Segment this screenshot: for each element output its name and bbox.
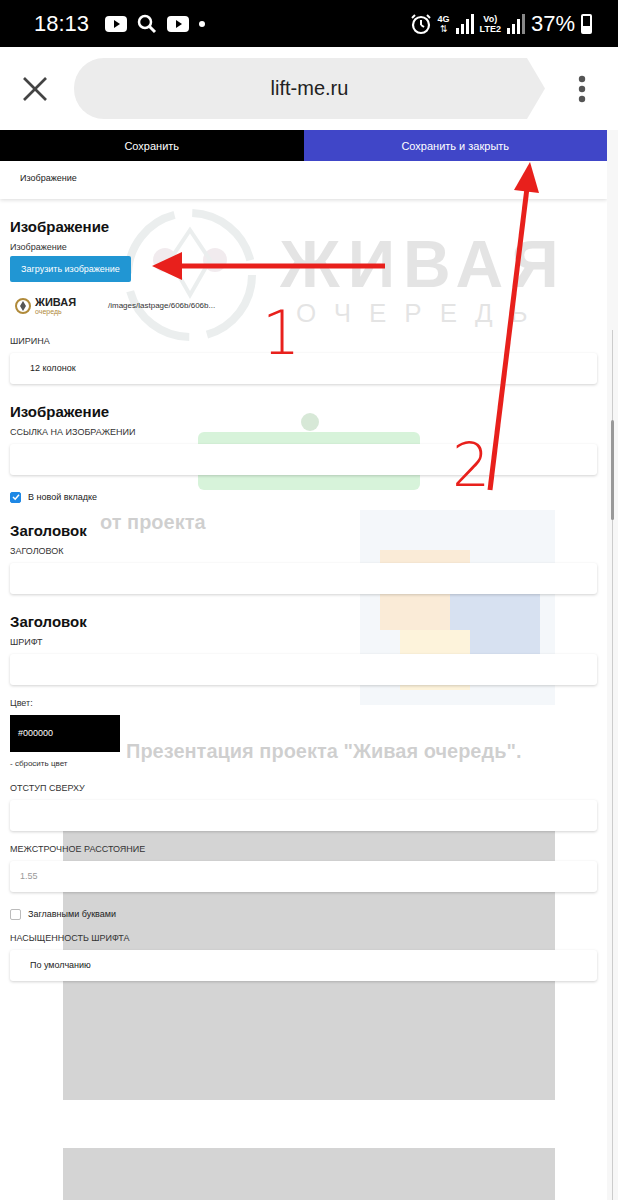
edit-panel: СохранитьСохранить и закрыть Изображение… — [0, 130, 607, 1200]
battery-percent: 37% — [531, 11, 575, 37]
text-input[interactable] — [10, 800, 597, 831]
carrier-indicator: Vo) LTE2 — [480, 14, 501, 34]
section-heading: Изображение — [10, 217, 597, 237]
color-picker[interactable]: #000000 — [10, 715, 120, 752]
youtube-icon — [105, 16, 127, 32]
section-heading: Заголовок — [10, 521, 597, 541]
checkbox-row[interactable]: В новой вкладке — [10, 491, 597, 503]
field-label: МЕЖСТРОЧНОЕ РАССТОЯНИЕ — [10, 843, 597, 855]
close-icon[interactable] — [22, 76, 48, 102]
youtube-icon — [167, 16, 189, 32]
phone-screen: 18:13 4G ⇅ Vo) LTE2 37% lift-me.ru ЖИВАЯ… — [0, 0, 618, 1200]
text-input[interactable] — [10, 563, 597, 594]
menu-icon[interactable] — [578, 75, 586, 103]
settings-form: Изображение Изображение Загрузить изображе… — [0, 199, 607, 981]
field-label: ОТСТУП СВЕРХУ — [10, 782, 597, 794]
field-label: Изображение — [10, 241, 597, 253]
tab-label[interactable]: Изображение — [20, 173, 77, 183]
select-field[interactable]: По умолчанию — [10, 950, 597, 981]
checkbox-row[interactable]: Заглавными буквами — [10, 908, 597, 920]
section-heading: Изображение — [10, 402, 597, 422]
upload-button[interactable]: Загрузить изображение — [10, 256, 131, 282]
checkbox[interactable] — [10, 492, 21, 503]
network-indicator: 4G ⇅ — [438, 14, 450, 34]
search-icon — [137, 14, 157, 34]
alarm-icon — [410, 13, 432, 35]
field-label: ССЫЛКА НА ИЗОБРАЖЕНИИ — [10, 426, 597, 438]
notification-dot-icon — [199, 21, 205, 27]
section-heading: Заголовок — [10, 612, 597, 632]
address-bar[interactable]: lift-me.ru — [74, 58, 545, 119]
tab-card: Изображение — [0, 161, 607, 199]
arrow-icon — [490, 162, 539, 490]
arrow-icon — [152, 252, 385, 280]
field-label: Цвет: — [10, 697, 597, 709]
browser-bar: lift-me.ru — [0, 47, 618, 130]
scrollbar[interactable] — [607, 130, 618, 1200]
text-input[interactable]: 1.55 — [10, 861, 597, 892]
file-row: ЖИВАЯ очередь /images/lastpage/606b/606b… — [10, 288, 597, 323]
signal-icon — [456, 14, 474, 34]
text-input[interactable] — [10, 654, 597, 685]
save-button[interactable]: Сохранить — [0, 130, 304, 161]
logo-emblem-icon — [14, 297, 32, 315]
annotation-number: 2 — [452, 430, 490, 500]
text-input[interactable] — [10, 444, 597, 475]
annotation-number: 1 — [262, 298, 300, 368]
battery-icon — [581, 14, 592, 34]
save-close-button[interactable]: Сохранить и закрыть — [304, 130, 608, 161]
page-content: ЖИВАЯ ОЧЕРЕДЬ от проекта Презентация про… — [0, 130, 618, 1200]
checkbox[interactable] — [10, 909, 21, 920]
signal-icon — [507, 14, 525, 34]
check-icon — [12, 493, 20, 501]
field-label: ШРИФТ — [10, 636, 597, 648]
reset-color-link[interactable]: - сбросить цвет — [10, 758, 597, 770]
field-label: НАСЫЩЕННОСТЬ ШРИФТА — [10, 932, 597, 944]
url-text: lift-me.ru — [271, 77, 349, 100]
select-field[interactable]: 12 колонок — [10, 353, 597, 384]
toolbar: СохранитьСохранить и закрыть — [0, 130, 607, 161]
clock: 18:13 — [34, 11, 89, 37]
image-thumbnail: ЖИВАЯ очередь — [10, 288, 95, 323]
field-label: ШИРИНА — [10, 335, 597, 347]
field-label: ЗАГОЛОВОК — [10, 545, 597, 557]
file-path: /images/lastpage/606b/606b... — [108, 301, 215, 310]
status-bar: 18:13 4G ⇅ Vo) LTE2 37% — [0, 0, 618, 47]
